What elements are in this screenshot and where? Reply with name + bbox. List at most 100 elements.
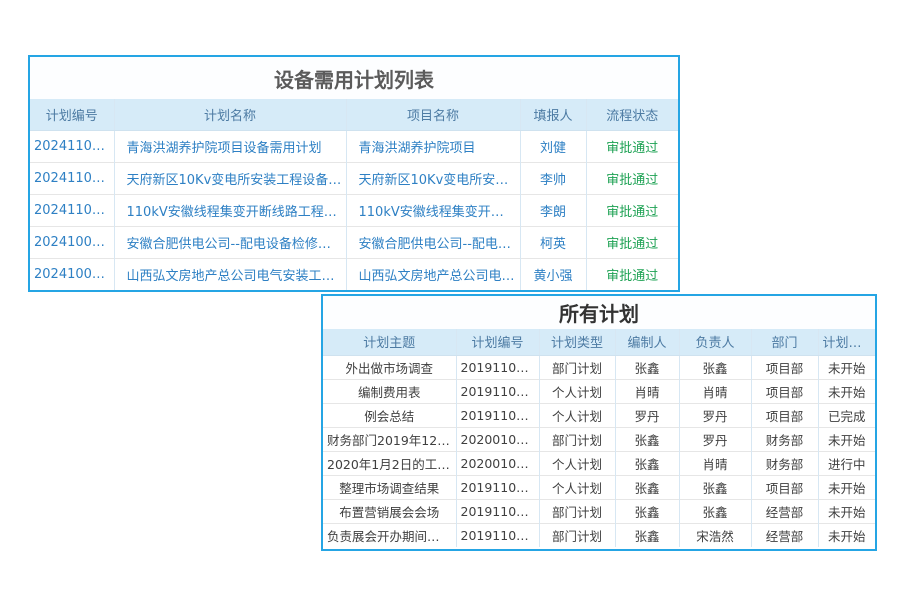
plan-no-cell: 2019110005 [456, 403, 539, 427]
all-plans-panel: 所有计划 计划主题 计划编号 计划类型 编制人 负责人 部门 计划状态 外出做市… [321, 294, 877, 551]
plan-type-cell: 部门计划 [539, 355, 615, 379]
topic-cell: 例会总结 [323, 403, 456, 427]
owner-cell: 宋浩然 [679, 523, 751, 547]
table-row[interactable]: 2024110003 青海洪湖养护院项目设备需用计划 青海洪湖养护院项目 刘健 … [30, 130, 678, 162]
table-row[interactable]: 负责展会开办期间的大... 2019110001 部门计划 张鑫 宋浩然 经营部… [323, 523, 875, 547]
all-plans-table: 计划主题 计划编号 计划类型 编制人 负责人 部门 计划状态 外出做市场调查 2… [323, 329, 875, 547]
creator-cell: 张鑫 [615, 523, 679, 547]
plan-type-cell: 部门计划 [539, 427, 615, 451]
project-name-cell[interactable]: 青海洪湖养护院项目 [346, 130, 520, 162]
plan-name-cell[interactable]: 110kV安徽线程集变开断线路工程设备需... [114, 194, 346, 226]
plan-type-cell: 个人计划 [539, 403, 615, 427]
creator-cell: 张鑫 [615, 475, 679, 499]
plan-type-cell: 部门计划 [539, 523, 615, 547]
filler-cell[interactable]: 黄小强 [520, 258, 586, 290]
all-plans-header-row: 计划主题 计划编号 计划类型 编制人 负责人 部门 计划状态 [323, 329, 875, 355]
filler-cell[interactable]: 柯英 [520, 226, 586, 258]
status-cell: 未开始 [818, 523, 875, 547]
plan-no-cell[interactable]: 2024110003 [30, 130, 114, 162]
creator-cell: 肖晴 [615, 379, 679, 403]
table-row[interactable]: 2020年1月2日的工作日... 2020010002 个人计划 张鑫 肖晴 财… [323, 451, 875, 475]
status-cell: 已完成 [818, 403, 875, 427]
col-header-plan-name: 计划名称 [114, 99, 346, 130]
plan-type-cell: 个人计划 [539, 475, 615, 499]
col-header-plan-no: 计划编号 [30, 99, 114, 130]
table-row[interactable]: 例会总结 2019110005 个人计划 罗丹 罗丹 项目部 已完成 [323, 403, 875, 427]
table-row[interactable]: 外出做市场调查 2019110001 部门计划 张鑫 张鑫 项目部 未开始 [323, 355, 875, 379]
department-cell: 财务部 [751, 427, 818, 451]
filler-cell[interactable]: 李朗 [520, 194, 586, 226]
owner-cell: 肖晴 [679, 451, 751, 475]
equipment-panel-title: 设备需用计划列表 [30, 57, 678, 99]
status-cell[interactable]: 审批通过 [586, 226, 678, 258]
table-row[interactable]: 2024110001 110kV安徽线程集变开断线路工程设备需... 110kV… [30, 194, 678, 226]
plan-name-cell[interactable]: 安徽合肥供电公司--配电设备检修维护和... [114, 226, 346, 258]
topic-cell: 编制费用表 [323, 379, 456, 403]
table-row[interactable]: 整理市场调查结果 2019110002 个人计划 张鑫 张鑫 项目部 未开始 [323, 475, 875, 499]
table-row[interactable]: 2024110002 天府新区10Kv变电所安装工程设备需用... 天府新区10… [30, 162, 678, 194]
all-plans-panel-title: 所有计划 [323, 296, 875, 329]
plan-type-cell: 个人计划 [539, 451, 615, 475]
col-header-plan-no: 计划编号 [456, 329, 539, 355]
plan-name-cell[interactable]: 山西弘文房地产总公司电气安装工程设备... [114, 258, 346, 290]
owner-cell: 罗丹 [679, 427, 751, 451]
plan-no-cell[interactable]: 2024110002 [30, 162, 114, 194]
table-row[interactable]: 2024100005 山西弘文房地产总公司电气安装工程设备... 山西弘文房地产… [30, 258, 678, 290]
owner-cell: 肖晴 [679, 379, 751, 403]
department-cell: 项目部 [751, 403, 818, 427]
topic-cell: 整理市场调查结果 [323, 475, 456, 499]
status-cell[interactable]: 审批通过 [586, 194, 678, 226]
plan-name-cell[interactable]: 青海洪湖养护院项目设备需用计划 [114, 130, 346, 162]
table-row[interactable]: 2024100006 安徽合肥供电公司--配电设备检修维护和... 安徽合肥供电… [30, 226, 678, 258]
plan-no-cell[interactable]: 2024100006 [30, 226, 114, 258]
plan-no-cell: 2019110003 [456, 499, 539, 523]
equipment-plan-table: 计划编号 计划名称 项目名称 填报人 流程状态 2024110003 青海洪湖养… [30, 99, 678, 290]
status-cell[interactable]: 审批通过 [586, 130, 678, 162]
table-row[interactable]: 编制费用表 2019110004 个人计划 肖晴 肖晴 项目部 未开始 [323, 379, 875, 403]
table-row[interactable]: 布置营销展会会场 2019110003 部门计划 张鑫 张鑫 经营部 未开始 [323, 499, 875, 523]
plan-no-cell[interactable]: 2024100005 [30, 258, 114, 290]
department-cell: 经营部 [751, 523, 818, 547]
status-cell[interactable]: 审批通过 [586, 162, 678, 194]
owner-cell: 张鑫 [679, 475, 751, 499]
plan-name-cell[interactable]: 天府新区10Kv变电所安装工程设备需用... [114, 162, 346, 194]
creator-cell: 罗丹 [615, 403, 679, 427]
creator-cell: 张鑫 [615, 427, 679, 451]
project-name-cell[interactable]: 110kV安徽线程集变开断线路... [346, 194, 520, 226]
col-header-plan-type: 计划类型 [539, 329, 615, 355]
status-cell: 进行中 [818, 451, 875, 475]
department-cell: 财务部 [751, 451, 818, 475]
filler-cell[interactable]: 刘健 [520, 130, 586, 162]
topic-cell: 外出做市场调查 [323, 355, 456, 379]
equipment-table-header-row: 计划编号 计划名称 项目名称 填报人 流程状态 [30, 99, 678, 130]
department-cell: 经营部 [751, 499, 818, 523]
project-name-cell[interactable]: 安徽合肥供电公司--配电设备... [346, 226, 520, 258]
project-name-cell[interactable]: 天府新区10Kv变电所安装工程 [346, 162, 520, 194]
owner-cell: 张鑫 [679, 355, 751, 379]
topic-cell: 财务部门2019年12月的... [323, 427, 456, 451]
col-header-status: 流程状态 [586, 99, 678, 130]
plan-no-cell: 2020010001 [456, 427, 539, 451]
creator-cell: 张鑫 [615, 355, 679, 379]
table-row[interactable]: 财务部门2019年12月的... 2020010001 部门计划 张鑫 罗丹 财… [323, 427, 875, 451]
plan-no-cell[interactable]: 2024110001 [30, 194, 114, 226]
creator-cell: 张鑫 [615, 499, 679, 523]
col-header-creator: 编制人 [615, 329, 679, 355]
topic-cell: 布置营销展会会场 [323, 499, 456, 523]
col-header-owner: 负责人 [679, 329, 751, 355]
col-header-status: 计划状态 [818, 329, 875, 355]
plan-no-cell: 2019110002 [456, 475, 539, 499]
status-cell: 未开始 [818, 475, 875, 499]
plan-type-cell: 部门计划 [539, 499, 615, 523]
filler-cell[interactable]: 李帅 [520, 162, 586, 194]
department-cell: 项目部 [751, 355, 818, 379]
status-cell[interactable]: 审批通过 [586, 258, 678, 290]
topic-cell: 2020年1月2日的工作日... [323, 451, 456, 475]
plan-no-cell: 2019110004 [456, 379, 539, 403]
department-cell: 项目部 [751, 379, 818, 403]
status-cell: 未开始 [818, 499, 875, 523]
owner-cell: 张鑫 [679, 499, 751, 523]
plan-type-cell: 个人计划 [539, 379, 615, 403]
plan-no-cell: 2019110001 [456, 355, 539, 379]
project-name-cell[interactable]: 山西弘文房地产总公司电气安... [346, 258, 520, 290]
